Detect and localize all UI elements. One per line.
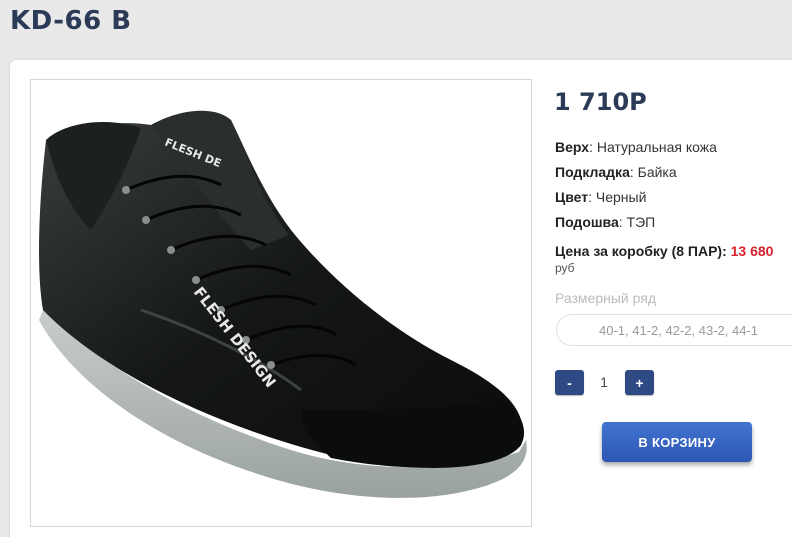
attr-color: Цвет: Черный [555, 189, 646, 205]
attr-upper-value: : Натуральная кожа [589, 139, 717, 155]
product-image[interactable]: FLESH DESIGN FLESH DE [30, 79, 532, 527]
page-title: KD-66 B [10, 6, 132, 36]
attr-lining: Подкладка: Байка [555, 164, 677, 180]
attr-sole: Подошва: ТЭП [555, 214, 655, 230]
attr-sole-label: Подошва [555, 214, 619, 230]
attr-color-label: Цвет [555, 189, 589, 205]
currency-label: руб [555, 261, 575, 275]
box-price-value: 13 680 [730, 243, 774, 259]
box-price: Цена за коробку (8 ПАР): 13 680 [555, 243, 773, 259]
size-range-select[interactable]: 40-1, 41-2, 42-2, 43-2, 44-1 [556, 314, 792, 346]
box-price-label: Цена за коробку (8 ПАР): [555, 243, 731, 259]
quantity-value[interactable]: 1 [590, 374, 618, 390]
size-range-label: Размерный ряд [555, 290, 657, 306]
product-price: 1 710Р [554, 88, 647, 116]
attr-lining-value: : Байка [629, 164, 677, 180]
attr-color-value: : Черный [588, 189, 647, 205]
attr-sole-value: : ТЭП [618, 214, 656, 230]
add-to-cart-button[interactable]: В КОРЗИНУ [602, 422, 752, 462]
boot-image: FLESH DESIGN FLESH DE [39, 110, 527, 498]
quantity-minus-button[interactable]: - [555, 370, 584, 395]
quantity-plus-button[interactable]: + [625, 370, 654, 395]
attr-upper: Верх: Натуральная кожа [555, 139, 717, 155]
attr-upper-label: Верх [555, 139, 590, 155]
size-range-value: 40-1, 41-2, 42-2, 43-2, 44-1 [599, 322, 758, 338]
attr-lining-label: Подкладка [555, 164, 630, 180]
